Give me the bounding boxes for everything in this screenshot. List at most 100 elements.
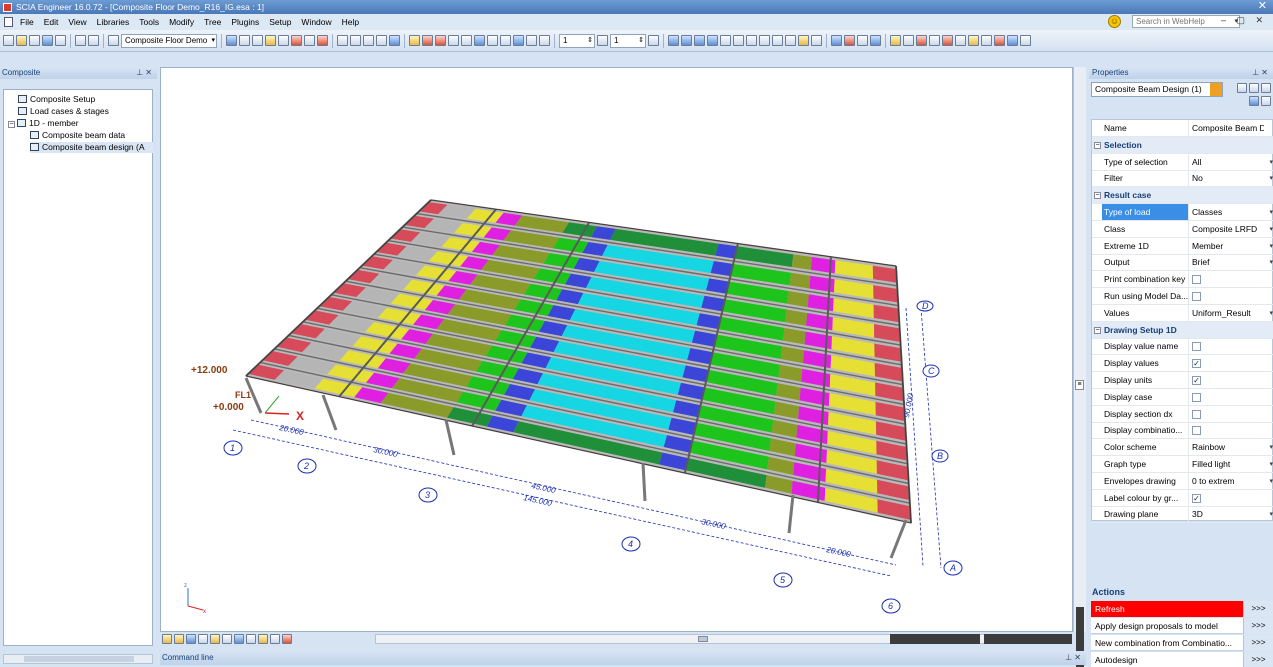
deselect-icon[interactable] (500, 35, 511, 46)
chevron-down-icon[interactable]: ▾ (1269, 242, 1273, 250)
zoom-out-icon[interactable] (759, 35, 770, 46)
tree-item-load-cases[interactable]: Load cases & stages (18, 106, 109, 117)
display-icon[interactable] (870, 35, 881, 46)
grid-marker-5[interactable]: 5 (773, 572, 793, 588)
ortho-icon[interactable] (246, 634, 256, 644)
property-value[interactable]: Filled light (1188, 456, 1264, 472)
select-beam-icon[interactable] (422, 35, 433, 46)
document-icon[interactable] (376, 35, 387, 46)
menu-view[interactable]: View (63, 14, 91, 30)
section-selection[interactable]: − Selection (1092, 136, 1273, 154)
select-node-icon[interactable] (435, 35, 446, 46)
panel-scroll-icon[interactable]: ≡ (1075, 380, 1084, 390)
select-area-icon[interactable] (474, 35, 485, 46)
left-horizontal-scrollbar[interactable] (3, 654, 153, 664)
rotate-icon[interactable] (720, 35, 731, 46)
redo-icon[interactable] (88, 35, 99, 46)
column[interactable] (889, 519, 908, 559)
properties-selector[interactable]: Composite Beam Design (1) (1091, 82, 1223, 97)
picture-icon[interactable] (350, 35, 361, 46)
render-icon[interactable] (831, 35, 842, 46)
tree-item-composite-setup[interactable]: Composite Setup (18, 94, 95, 105)
menu-plugins[interactable]: Plugins (226, 14, 264, 30)
checkbox-unchecked[interactable] (1192, 392, 1201, 402)
table-icon[interactable] (239, 35, 250, 46)
open-file-icon[interactable] (16, 35, 27, 46)
menu-tree[interactable]: Tree (199, 14, 226, 30)
edit-icon[interactable] (1261, 83, 1271, 93)
collapse-icon[interactable]: − (1094, 326, 1101, 334)
snap-icon[interactable] (222, 634, 232, 644)
collapse-icon[interactable]: − (1094, 192, 1101, 200)
settings-icon[interactable] (1020, 35, 1031, 46)
spin-box-2[interactable]: 1 ⇕ (610, 33, 646, 48)
checkbox-checked[interactable]: ✓ (1192, 493, 1201, 503)
supports-icon[interactable] (929, 35, 940, 46)
dimension-icon[interactable] (210, 634, 220, 644)
action-refresh[interactable]: Refresh >>> (1091, 601, 1273, 617)
property-value[interactable]: 0 to extrem (1188, 472, 1264, 489)
view-y-icon[interactable] (681, 35, 692, 46)
select-slab-icon[interactable] (448, 35, 459, 46)
tree-item-composite-beam-data[interactable]: Composite beam data (30, 130, 125, 141)
property-value[interactable]: Composite LRFD (1188, 220, 1264, 237)
save-all-icon[interactable] (29, 35, 40, 46)
checkbox-checked[interactable]: ✓ (1192, 376, 1201, 385)
menu-modify[interactable]: Modify (164, 14, 199, 30)
3d-viewport[interactable]: +12.000 FL1 +0.000 20.000 30.000 45.000 … (160, 67, 1073, 632)
zoom-window-icon[interactable] (785, 35, 796, 46)
grid-marker-6[interactable]: 6 (881, 598, 901, 614)
tree-item-1d-member[interactable]: −1D - member (8, 118, 79, 129)
spin-icon[interactable] (648, 35, 659, 46)
select-objects-icon[interactable] (1210, 83, 1222, 96)
text-icon[interactable] (198, 634, 208, 644)
checkbox-unchecked[interactable] (1192, 275, 1201, 285)
lamp-icon[interactable] (811, 35, 822, 46)
chevron-down-icon[interactable]: ▾ (1269, 158, 1273, 166)
column[interactable] (641, 462, 647, 502)
funnel-icon[interactable] (1249, 83, 1259, 93)
run-action-button[interactable]: >>> (1243, 601, 1273, 617)
run-action-button[interactable]: >>> (1243, 618, 1273, 634)
members-icon[interactable] (916, 35, 927, 46)
chevron-down-icon[interactable]: ▾ (1269, 460, 1273, 468)
checkbox-unchecked[interactable] (1192, 292, 1201, 301)
action-apply-design-proposals-to-model[interactable]: Apply design proposals to model >>> (1091, 618, 1273, 634)
grid-marker-2[interactable]: 2 (297, 458, 317, 474)
menu-file[interactable]: File (15, 14, 39, 30)
zoom-in-icon[interactable] (746, 35, 757, 46)
color-grid-icon[interactable] (282, 634, 292, 644)
chevron-down-icon[interactable]: ▾ (1269, 477, 1273, 485)
property-value[interactable]: Member (1188, 237, 1264, 254)
tree-item-composite-beam-design[interactable]: Composite beam design (A (30, 142, 153, 153)
pin-close-icon[interactable]: ⊥ ✕ (1252, 67, 1268, 79)
window-icon[interactable] (108, 35, 119, 46)
menu-edit[interactable]: Edit (39, 14, 64, 30)
checkbox-unchecked[interactable] (1192, 409, 1201, 419)
pin-close-icon[interactable]: ⊥ ✕ (136, 67, 152, 79)
floor-slab-results[interactable] (245, 199, 912, 524)
chevron-down-icon[interactable]: ▾ (1269, 309, 1273, 317)
palette-icon[interactable] (1249, 96, 1259, 106)
graph-icon[interactable] (278, 35, 289, 46)
selection-icon[interactable] (409, 35, 420, 46)
run-action-button[interactable]: >>> (1243, 635, 1273, 651)
select-all-icon[interactable] (487, 35, 498, 46)
chevron-down-icon[interactable]: ▾ (1269, 225, 1273, 233)
menu-libraries[interactable]: Libraries (92, 14, 135, 30)
filter-icon[interactable] (1237, 83, 1247, 93)
grid-marker-1[interactable]: 1 (223, 440, 243, 456)
person-icon[interactable] (186, 634, 196, 644)
viewport-vertical-scrollbar[interactable] (1073, 67, 1086, 667)
save-icon[interactable] (42, 35, 53, 46)
checkbox-unchecked[interactable] (1192, 342, 1201, 352)
grid-icon[interactable] (234, 634, 244, 644)
action-new-combination-from-combinatio[interactable]: New combination from Combinatio... >>> (1091, 635, 1273, 651)
grid-marker-d[interactable]: D (916, 300, 934, 312)
view-z-icon[interactable] (694, 35, 705, 46)
grid-marker-a[interactable]: A (943, 560, 963, 576)
structure-icon[interactable] (226, 35, 237, 46)
property-value[interactable]: No (1188, 170, 1264, 187)
structure-model[interactable]: +12.000 FL1 +0.000 20.000 30.000 45.000 … (161, 68, 1073, 632)
spin-box-1[interactable]: 1 ⇕ (559, 33, 595, 48)
